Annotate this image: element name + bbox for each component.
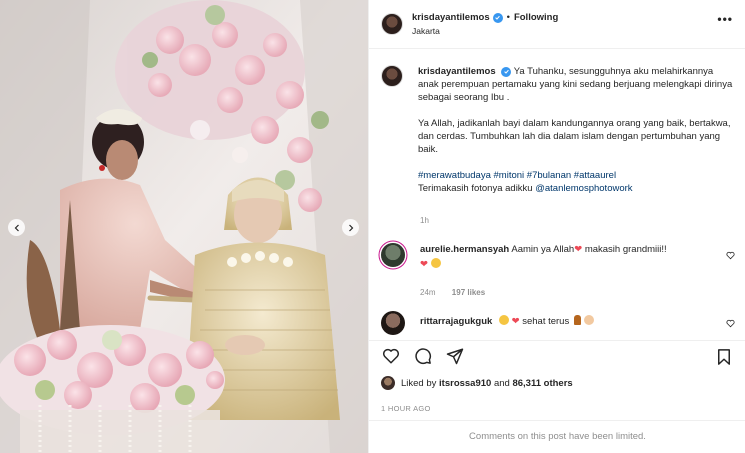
author-username[interactable]: krisdayantilemos [412, 12, 490, 23]
like-comment-heart-icon[interactable] [726, 251, 735, 260]
red-heart-emoji-icon: ❤ [574, 244, 583, 255]
post-photo[interactable] [0, 0, 368, 453]
verified-badge-icon [492, 12, 503, 23]
comment-button[interactable] [413, 346, 433, 366]
actions-divider [369, 340, 745, 341]
caption-thanks-text: Terimakasih fotonya adikku [418, 183, 536, 194]
paper-plane-icon [446, 348, 464, 365]
following-button[interactable]: Following [514, 12, 558, 23]
more-options-icon[interactable]: ••• [717, 12, 733, 26]
red-heart-emoji-icon: ❤ [420, 259, 428, 270]
share-button[interactable] [445, 346, 465, 366]
comment-text-1: Aamin ya Allah [511, 244, 575, 255]
comments-limited-notice: Comments on this post have been limited. [469, 431, 646, 442]
heart-eyes-emoji-icon [498, 315, 509, 325]
instagram-post-modal: krisdayantilemos • Following Jakarta •••… [0, 0, 745, 453]
comment-item: aurelie.hermansyah Aamin ya Allah❤ makas… [381, 243, 741, 300]
person-emoji-icon [573, 315, 581, 325]
commenter-username[interactable]: rittarrajagukguk [420, 316, 492, 327]
comment-timestamp[interactable]: 24m [420, 288, 436, 297]
commenter-avatar[interactable] [381, 243, 405, 267]
chevron-left-icon [14, 224, 19, 231]
comment-item: rittarrajagukguk ❤ sehat terus [381, 311, 741, 335]
post-header: krisdayantilemos • Following Jakarta [381, 10, 736, 38]
verified-badge-icon [501, 66, 512, 77]
next-photo-button[interactable] [342, 219, 359, 236]
liker-avatar[interactable] [381, 376, 395, 390]
caption-author-avatar[interactable] [381, 65, 403, 87]
heart-outline-icon [382, 348, 400, 364]
like-button[interactable] [381, 346, 401, 366]
liked-by-user[interactable]: itsrossa910 [439, 378, 491, 389]
post-timestamp[interactable]: 1 HOUR AGO [381, 404, 431, 413]
caption-hashtags[interactable]: #merawatbudaya #mitoni #7bulanan #attaau… [418, 169, 736, 182]
commenter-avatar[interactable] [381, 311, 405, 335]
comment-text: sehat terus [522, 316, 570, 327]
likes-others-count[interactable]: 86,311 others [512, 378, 572, 389]
red-heart-emoji-icon: ❤ [511, 316, 520, 327]
smiling-face-emoji-icon [430, 258, 441, 268]
chevron-right-icon [348, 224, 353, 231]
caption-mention-link[interactable]: @atanlemosphotowork [535, 183, 632, 194]
post-details-panel: krisdayantilemos • Following Jakarta •••… [368, 0, 745, 453]
like-comment-heart-icon[interactable] [726, 319, 735, 328]
liked-by-prefix: Liked by [401, 377, 437, 389]
comment-text-2: makasih grandmiii!! [582, 244, 667, 255]
post-action-bar [381, 346, 477, 366]
commenter-username[interactable]: aurelie.hermansyah [420, 244, 509, 255]
post-caption: krisdayantilemos Ya Tuhanku, sesungguhny… [381, 65, 741, 195]
baby-emoji-icon [583, 315, 594, 325]
mitoni-ceremony-photo [0, 0, 368, 453]
caption-username[interactable]: krisdayantilemos [418, 66, 496, 77]
separator-dot: • [506, 12, 510, 23]
caption-paragraph-2: Ya Allah, jadikanlah bayi dalam kandunga… [418, 118, 731, 155]
header-divider [369, 48, 745, 49]
previous-photo-button[interactable] [8, 219, 25, 236]
author-avatar[interactable] [381, 13, 403, 35]
caption-timestamp[interactable]: 1h [420, 216, 429, 225]
comment-likes-count[interactable]: 197 likes [452, 288, 485, 297]
footer-divider [369, 420, 745, 421]
liked-by-middle: and [493, 377, 510, 389]
post-location[interactable]: Jakarta [412, 26, 558, 36]
likes-summary: Liked by itsrossa910 and 86,311 others [381, 376, 573, 390]
comment-bubble-icon [415, 348, 432, 365]
bookmark-icon[interactable] [715, 347, 733, 367]
